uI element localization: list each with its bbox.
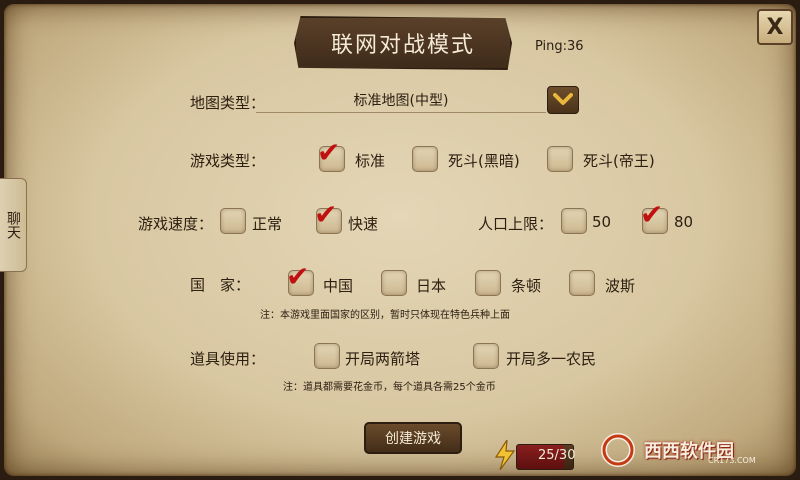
map-dropdown-button[interactable] (547, 86, 579, 114)
country-label: 国 家： (190, 276, 251, 294)
game-type-label: 游戏类型： (190, 152, 266, 170)
game-type-standard-checkbox[interactable]: ✔ (317, 139, 345, 172)
page-title: 联网对战模式 (330, 33, 475, 58)
country-china-label: 中国 (323, 277, 354, 295)
items-label: 道具使用： (190, 350, 266, 368)
map-type-label: 地图类型： (190, 94, 266, 112)
checkmark-icon: ✔ (314, 198, 338, 231)
checkmark-icon: ✔ (640, 198, 664, 231)
items-note: 注：道具都需要花金币，每个道具各需25个金币 (283, 382, 496, 393)
chevron-down-icon (553, 93, 573, 105)
map-type-select[interactable]: 标准地图(中型) (256, 88, 546, 113)
speed-fast-checkbox[interactable]: ✔ (314, 201, 342, 234)
country-teuton-label: 条顿 (511, 277, 542, 295)
lightning-icon (494, 440, 516, 470)
title-banner: 联网对战模式 (294, 16, 512, 70)
game-type-deathmatch-dark-label: 死斗(黑暗) (448, 152, 520, 170)
game-speed-label: 游戏速度： (138, 215, 214, 233)
watermark-site: CR173.COM (708, 456, 756, 465)
country-persia-checkbox[interactable] (569, 270, 595, 296)
checkmark-icon: ✔ (317, 136, 341, 169)
population-80-checkbox[interactable]: ✔ (640, 201, 668, 234)
watermark-logo: 西西软件园 CR173.COM (600, 430, 790, 470)
country-japan-checkbox[interactable] (381, 270, 407, 296)
close-icon: X (766, 14, 784, 40)
country-teuton-checkbox[interactable] (475, 270, 501, 296)
speed-normal-checkbox[interactable] (220, 208, 246, 234)
stamina-readout: 25/30 (538, 448, 576, 463)
close-button[interactable]: X (757, 9, 793, 45)
checkmark-icon: ✔ (286, 260, 310, 293)
item-extra-villager-checkbox[interactable] (473, 343, 499, 369)
item-two-towers-label: 开局两箭塔 (345, 350, 421, 368)
game-type-deathmatch-dark-checkbox[interactable] (412, 146, 438, 172)
item-extra-villager-label: 开局多一农民 (506, 350, 597, 368)
country-note: 注：本游戏里面国家的区别，暂时只体现在特色兵种上面 (260, 310, 510, 321)
item-two-towers-checkbox[interactable] (314, 343, 340, 369)
chat-tab[interactable]: 聊天 (0, 178, 27, 272)
country-japan-label: 日本 (416, 277, 447, 295)
speed-fast-label: 快速 (348, 215, 379, 233)
population-80-label: 80 (674, 213, 694, 231)
game-type-deathmatch-emperor-checkbox[interactable] (547, 146, 573, 172)
country-persia-label: 波斯 (605, 277, 636, 295)
population-50-checkbox[interactable] (561, 208, 587, 234)
create-game-label: 创建游戏 (385, 431, 441, 447)
logo-icon (601, 433, 635, 467)
game-type-deathmatch-emperor-label: 死斗(帝王) (583, 152, 655, 170)
game-type-standard-label: 标准 (355, 152, 386, 170)
map-type-value: 标准地图(中型) (353, 93, 449, 109)
dialog-panel (4, 4, 796, 476)
chat-tab-label: 聊天 (5, 211, 21, 239)
population-limit-label: 人口上限： (478, 215, 554, 233)
ping-readout: Ping:36 (535, 39, 584, 54)
country-china-checkbox[interactable]: ✔ (286, 263, 314, 296)
speed-normal-label: 正常 (252, 215, 283, 233)
create-game-button[interactable]: 创建游戏 (364, 422, 462, 454)
population-50-label: 50 (592, 213, 612, 231)
